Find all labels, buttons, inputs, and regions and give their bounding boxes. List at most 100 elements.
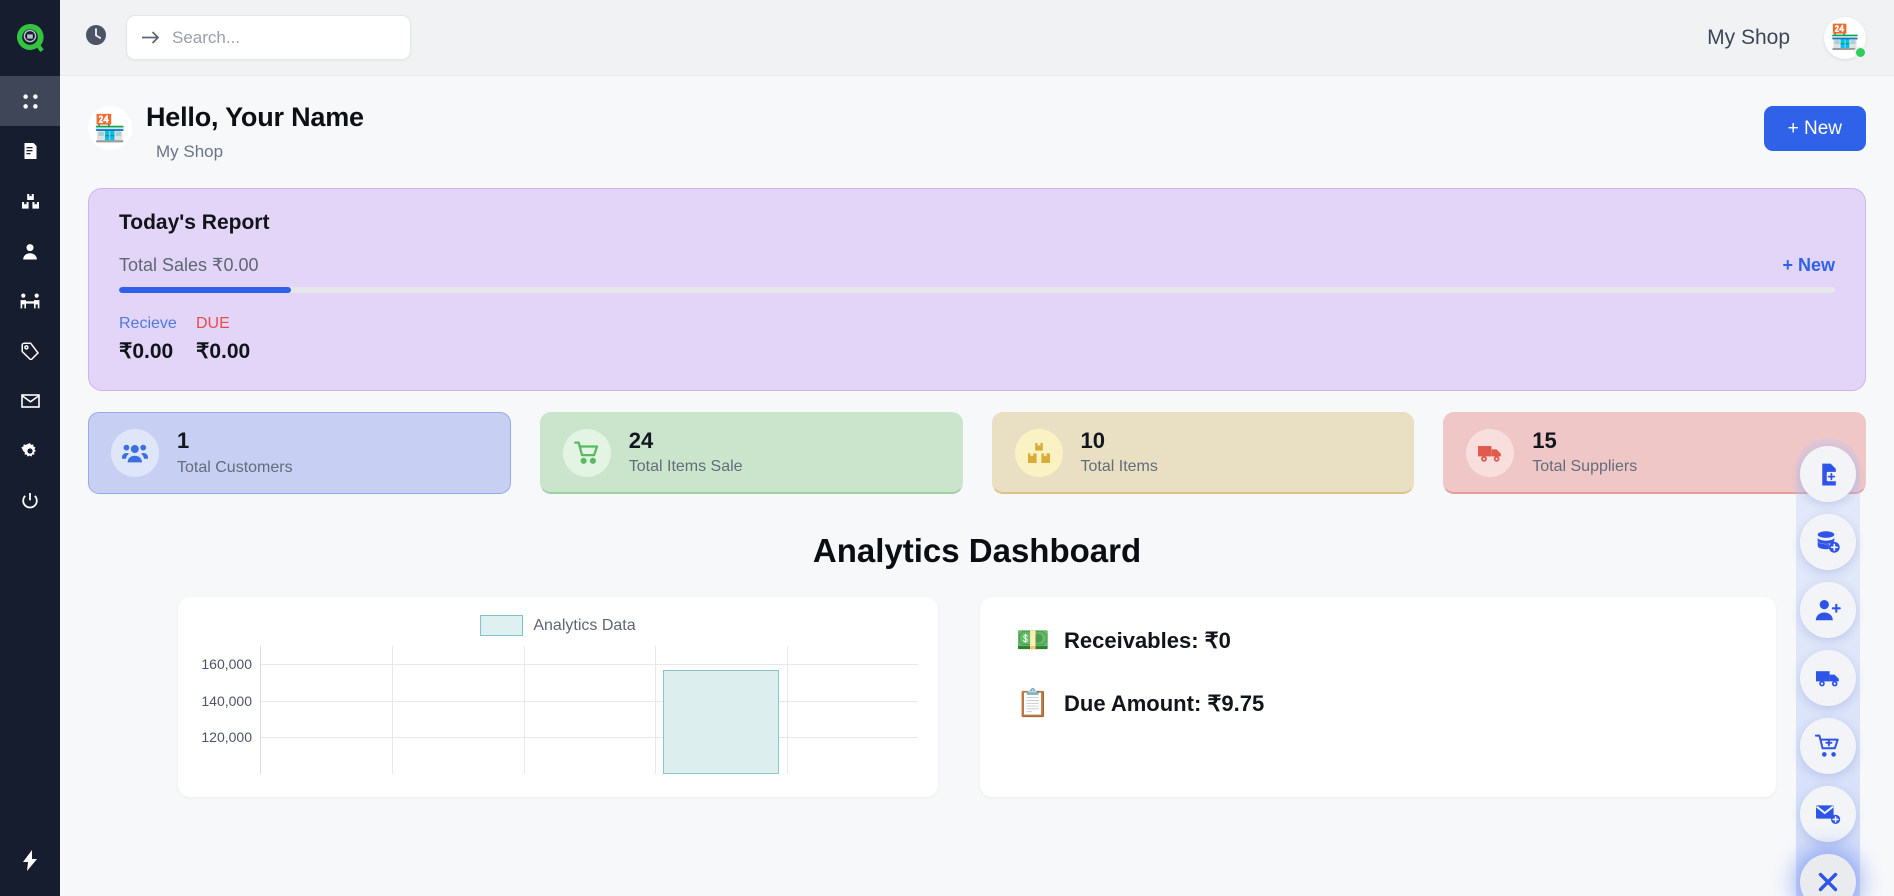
fab-add-supplier[interactable]	[1800, 650, 1856, 706]
sidebar-item-suppliers[interactable]	[0, 276, 60, 326]
sidebar-item-settings[interactable]	[0, 426, 60, 476]
mail-plus-icon	[1815, 803, 1841, 825]
clipboard-icon: 📋	[1016, 688, 1050, 718]
floating-action-stack	[1796, 438, 1860, 896]
price-tag-icon	[21, 342, 39, 360]
sales-progress-bar	[119, 287, 1835, 293]
shop-emoji-icon: 🏪	[88, 106, 132, 150]
handshake-people-icon	[20, 293, 40, 309]
chart-legend: Analytics Data	[198, 615, 918, 636]
due-label: DUE	[196, 315, 230, 332]
due-block: DUE ₹0.00	[196, 315, 273, 364]
app-root: My Shop 🏪 🏪 Hello, Your Name My Shop + N…	[0, 0, 1894, 896]
legend-label: Analytics Data	[533, 616, 636, 634]
invoice-document-icon	[22, 142, 39, 160]
sidebar-item-dashboard[interactable]	[0, 76, 60, 126]
report-new-link[interactable]: + New	[1782, 255, 1835, 276]
stat-icon	[1466, 428, 1515, 477]
stat-text-block: 1 Total Customers	[177, 429, 293, 476]
fab-file-plus[interactable]	[1800, 446, 1856, 502]
due-value: ₹0.00	[196, 340, 251, 363]
stat-card-total-items[interactable]: 10 Total Items	[991, 412, 1415, 494]
due-amount-row: 📋 Due Amount: ₹9.75	[1016, 690, 1740, 717]
boxes-inventory-icon	[21, 193, 40, 210]
recieve-value: ₹0.00	[119, 340, 174, 363]
truck-icon	[1815, 668, 1842, 688]
fab-add-payment[interactable]	[1800, 514, 1856, 570]
stat-icon	[1014, 428, 1063, 477]
sidebar-nav	[0, 76, 60, 526]
recent-activity-button[interactable]	[84, 23, 108, 52]
page-title: Hello, Your Name	[146, 102, 364, 132]
chart-gridline-vertical	[523, 646, 525, 774]
fab-add-customer[interactable]	[1800, 582, 1856, 638]
chart-gridline-horizontal	[261, 737, 918, 739]
main-area: My Shop 🏪 🏪 Hello, Your Name My Shop + N…	[60, 0, 1894, 896]
greeting-text-block: Hello, Your Name My Shop	[146, 102, 364, 162]
search-box[interactable]	[126, 15, 411, 60]
new-button[interactable]: + New	[1763, 106, 1866, 151]
stat-text-block: 24 Total Items Sale	[629, 429, 743, 476]
analytics-title: Analytics Dashboard	[812, 532, 1142, 569]
financial-summary-panel: 💵 Receivables: ₹0 📋 Due Amount: ₹9.75	[980, 597, 1776, 797]
y-axis-tick: 140,000	[201, 692, 252, 709]
topbar: My Shop 🏪	[60, 0, 1894, 76]
sales-progress-fill	[119, 287, 291, 293]
stat-value: 10	[1080, 427, 1105, 453]
stat-card-total-customers[interactable]: 1 Total Customers	[88, 412, 511, 494]
stat-text-block: 10 Total Items	[1081, 429, 1158, 476]
receivables-text: Receivables: ₹0	[1064, 627, 1231, 653]
sidebar-item-customers[interactable]	[0, 226, 60, 276]
fab-close[interactable]	[1800, 854, 1856, 896]
fab-add-sale[interactable]	[1800, 718, 1856, 774]
receivables-row: 💵 Receivables: ₹0	[1016, 627, 1740, 654]
user-person-icon	[22, 243, 38, 260]
cart-plus-icon	[1815, 734, 1841, 758]
stat-label: Total Items	[1080, 458, 1158, 476]
recieve-label: Recieve	[119, 315, 177, 332]
stat-card-total-items-sale[interactable]: 24 Total Items Sale	[539, 412, 963, 494]
avatar[interactable]: 🏪	[1824, 16, 1867, 59]
greeting-left: 🏪 Hello, Your Name My Shop	[88, 102, 364, 162]
search-input[interactable]	[172, 27, 396, 48]
lightning-bolt-icon	[22, 850, 38, 876]
stat-label: Total Suppliers	[1532, 458, 1638, 476]
sidebar-item-bolt[interactable]	[0, 850, 60, 876]
sidebar-item-invoices[interactable]	[0, 126, 60, 176]
sidebar-item-tags[interactable]	[0, 326, 60, 376]
sidebar-item-inventory[interactable]	[0, 176, 60, 226]
total-sales-label: Total Sales ₹0.00	[119, 255, 259, 275]
app-logo[interactable]	[0, 0, 60, 76]
todays-report-card: Today's Report Total Sales ₹0.00 + New R…	[88, 188, 1866, 391]
clock-icon	[84, 23, 108, 52]
y-axis-tick: 160,000	[201, 656, 252, 673]
chart-gridline-horizontal	[261, 700, 918, 702]
chart-gridline-vertical	[655, 646, 657, 774]
sidebar-item-mail[interactable]	[0, 376, 60, 426]
report-footer: Recieve ₹0.00 DUE ₹0.00	[119, 315, 1835, 364]
stat-label: Total Items Sale	[628, 458, 743, 476]
stat-value: 15	[1532, 427, 1557, 453]
stat-value: 1	[177, 428, 190, 454]
sidebar-item-logout[interactable]	[0, 476, 60, 526]
fab-send-mail[interactable]	[1800, 786, 1856, 842]
online-status-dot	[1854, 45, 1867, 59]
due-amount-text: Due Amount: ₹9.75	[1064, 690, 1265, 716]
money-icon: 💵	[1016, 625, 1050, 655]
report-title: Today's Report	[119, 211, 270, 234]
greeting-subtitle: My Shop	[156, 142, 224, 161]
gear-settings-icon	[21, 442, 39, 460]
recieve-block: Recieve ₹0.00	[119, 315, 196, 364]
stat-text-block: 15 Total Suppliers	[1532, 429, 1637, 476]
stat-label: Total Customers	[177, 458, 293, 476]
analytics-panels: Analytics Data 160,000 140,000 120,000 💵 R…	[88, 597, 1866, 797]
legend-swatch	[480, 615, 524, 636]
stats-row: 1 Total Customers 24 Total Items Sale 10 Tota…	[88, 412, 1866, 494]
user-plus-icon	[1815, 599, 1841, 621]
coins-plus-icon	[1815, 530, 1841, 554]
chart-area: 160,000 140,000 120,000	[198, 646, 918, 774]
power-logout-icon	[21, 492, 39, 510]
arrow-right-icon	[141, 30, 160, 45]
dashboard-grid-icon	[22, 93, 39, 110]
stat-icon	[562, 428, 611, 477]
